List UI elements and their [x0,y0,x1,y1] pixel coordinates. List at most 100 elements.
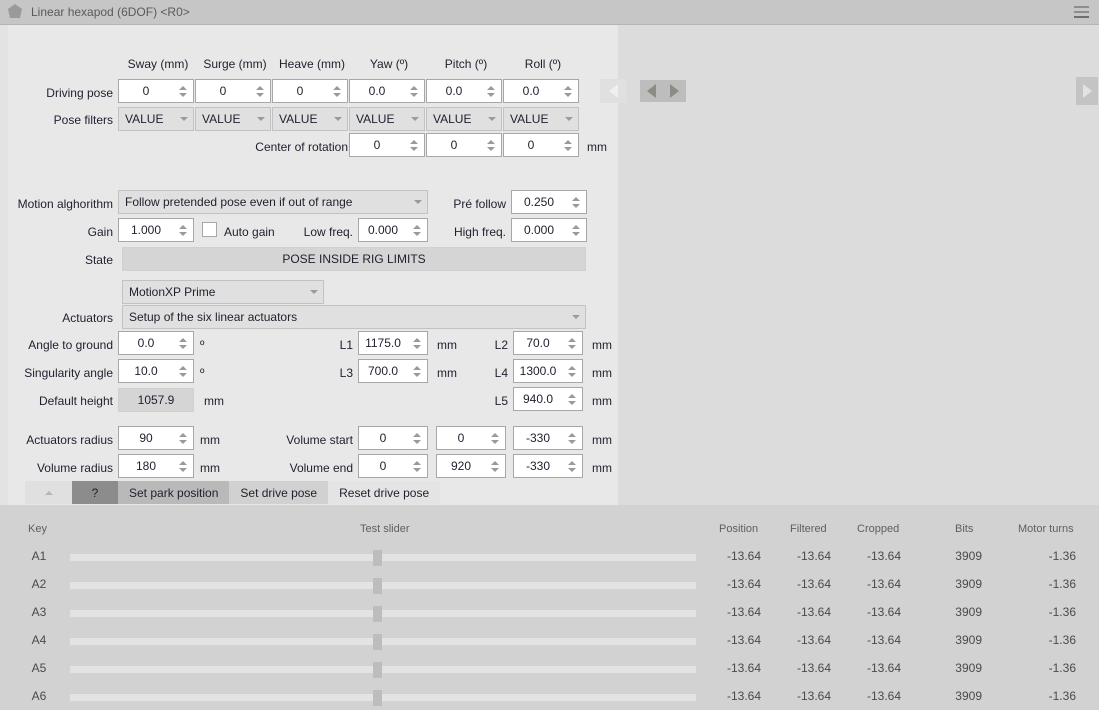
motion-profile-select[interactable]: MotionXP Prime [122,280,324,304]
actuators-radius-input[interactable]: 90 [118,426,194,450]
volume-end-x-stepper[interactable] [409,455,427,477]
l4-stepper[interactable] [564,360,582,382]
l1-stepper[interactable] [409,332,427,354]
l5-input[interactable]: 940.0 [513,387,583,411]
volume-end-y-input[interactable]: 920 [436,454,506,478]
center-of-rotation-x-input[interactable]: 0 [349,133,425,157]
driving-pose-pitch-stepper[interactable] [483,80,501,102]
pose-filter-surge-select[interactable]: VALUE [195,107,271,131]
pose-filter-yaw-select[interactable]: VALUE [349,107,425,131]
test-slider[interactable] [70,554,696,561]
pre-follow-label: Pré follow [433,197,506,211]
volume-start-z-input[interactable]: -330 [513,426,583,450]
nav-prev-button[interactable] [640,80,662,102]
auto-gain-checkbox[interactable] [202,222,217,237]
pose-filter-heave-select[interactable]: VALUE [272,107,348,131]
high-freq-stepper[interactable] [568,219,586,241]
nav-next-button[interactable] [662,80,686,102]
gain-input[interactable]: 1.000 [118,218,194,242]
table-row: A4 -13.64 -13.64 -13.64 3909 -1.36 [0,626,1099,654]
test-slider[interactable] [70,694,696,701]
slider-thumb[interactable] [373,606,382,622]
test-slider[interactable] [70,582,696,589]
cell-bits: 3909 [925,689,982,703]
pose-filter-roll-select[interactable]: VALUE [503,107,579,131]
driving-pose-heave-stepper[interactable] [329,80,347,102]
driving-pose-surge-input[interactable]: 0 [195,79,271,103]
center-of-rotation-y-stepper[interactable] [483,134,501,156]
slider-thumb[interactable] [373,690,382,706]
l2-input[interactable]: 70.0 [513,331,583,355]
l4-input[interactable]: 1300.0 [513,359,583,383]
driving-pose-sway-stepper[interactable] [175,80,193,102]
set-park-position-button[interactable]: Set park position [118,481,229,504]
pose-prev-button[interactable] [600,79,626,103]
collapse-panel-button[interactable] [25,481,72,504]
pose-filter-pitch-select[interactable]: VALUE [426,107,502,131]
driving-pose-yaw-stepper[interactable] [406,80,424,102]
high-freq-input[interactable]: 0.000 [511,218,587,242]
driving-pose-sway-input[interactable]: 0 [118,79,194,103]
angle-to-ground-stepper[interactable] [175,332,193,354]
column-header-heave: Heave (mm) [272,57,352,71]
driving-pose-pitch-input[interactable]: 0.0 [426,79,502,103]
hamburger-menu-icon[interactable] [1074,6,1089,18]
pose-filter-sway-select[interactable]: VALUE [118,107,194,131]
cell-filtered: -13.64 [770,605,831,619]
motion-algorithm-select[interactable]: Follow pretended pose even if out of ran… [118,190,428,214]
volume-end-x-input[interactable]: 0 [358,454,428,478]
actuators-radius-stepper[interactable] [175,427,193,449]
center-of-rotation-y-input[interactable]: 0 [426,133,502,157]
help-button[interactable]: ? [72,481,118,504]
volume-end-z-stepper[interactable] [564,455,582,477]
slider-thumb[interactable] [373,634,382,650]
volume-start-x-stepper[interactable] [409,427,427,449]
l2-stepper[interactable] [564,332,582,354]
driving-pose-roll-stepper[interactable] [560,80,578,102]
volume-start-x-input[interactable]: 0 [358,426,428,450]
cell-position: -13.64 [700,605,761,619]
gain-stepper[interactable] [175,219,193,241]
pre-follow-input[interactable]: 0.250 [511,190,587,214]
low-freq-input[interactable]: 0.000 [358,218,428,242]
test-slider[interactable] [70,666,696,673]
reset-drive-pose-button[interactable]: Reset drive pose [328,481,440,504]
driving-pose-heave-input[interactable]: 0 [272,79,348,103]
actuators-setup-select[interactable]: Setup of the six linear actuators [122,305,586,329]
center-of-rotation-z-input[interactable]: 0 [503,133,579,157]
l4-value: 1300.0 [514,360,564,382]
low-freq-stepper[interactable] [409,219,427,241]
pre-follow-value: 0.250 [512,191,568,213]
l3-stepper[interactable] [409,360,427,382]
angle-to-ground-input[interactable]: 0.0 [118,331,194,355]
slider-thumb[interactable] [373,578,382,594]
test-slider[interactable] [70,638,696,645]
set-drive-pose-button[interactable]: Set drive pose [229,481,328,504]
l5-stepper[interactable] [564,388,582,410]
singularity-angle-input[interactable]: 10.0 [118,359,194,383]
center-of-rotation-x-stepper[interactable] [406,134,424,156]
volume-start-y-input[interactable]: 0 [436,426,506,450]
l3-value: 700.0 [359,360,409,382]
actuators-radius-label: Actuators radius [13,433,113,447]
volume-radius-input[interactable]: 180 [118,454,194,478]
singularity-angle-stepper[interactable] [175,360,193,382]
center-of-rotation-z-stepper[interactable] [560,134,578,156]
far-next-button[interactable] [1076,77,1098,105]
volume-end-z-input[interactable]: -330 [513,454,583,478]
l1-value: 1175.0 [359,332,409,354]
volume-end-y-stepper[interactable] [487,455,505,477]
volume-start-z-stepper[interactable] [564,427,582,449]
chevron-down-icon [305,290,323,294]
driving-pose-yaw-input[interactable]: 0.0 [349,79,425,103]
driving-pose-surge-stepper[interactable] [252,80,270,102]
volume-start-y-stepper[interactable] [487,427,505,449]
pre-follow-stepper[interactable] [568,191,586,213]
l1-input[interactable]: 1175.0 [358,331,428,355]
l3-input[interactable]: 700.0 [358,359,428,383]
driving-pose-roll-input[interactable]: 0.0 [503,79,579,103]
test-slider[interactable] [70,610,696,617]
slider-thumb[interactable] [373,662,382,678]
slider-thumb[interactable] [373,550,382,566]
volume-radius-stepper[interactable] [175,455,193,477]
